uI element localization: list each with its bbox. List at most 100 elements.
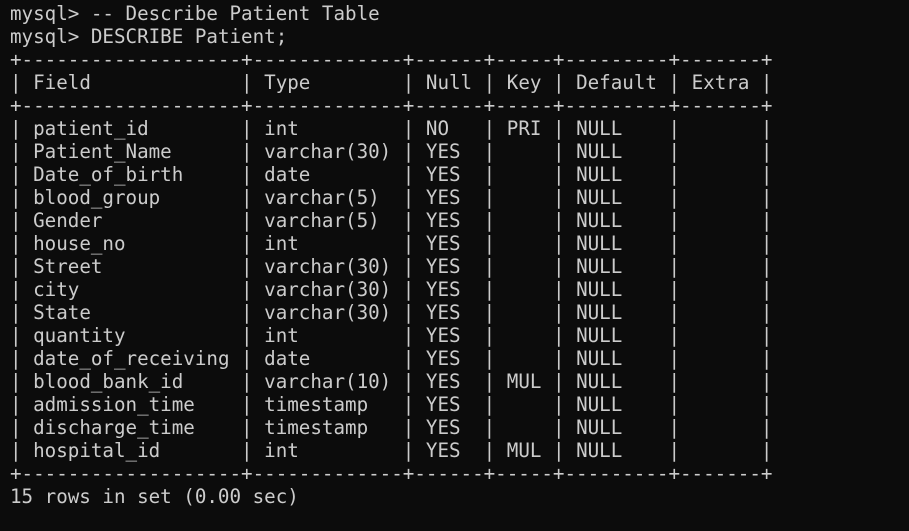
- table-row: | Street | varchar(30) | YES | | NULL | …: [10, 255, 773, 278]
- result-table: +-------------------+-------------+-----…: [10, 48, 909, 485]
- cell-type: int: [264, 324, 392, 347]
- cell-type: int: [264, 232, 392, 255]
- cell-null: YES: [425, 186, 473, 209]
- cell-key: [507, 416, 542, 439]
- cell-field: State: [33, 301, 230, 324]
- table-row: | Patient_Name | varchar(30) | YES | | N…: [10, 140, 773, 163]
- cell-key: [507, 347, 542, 370]
- cell-key: [507, 301, 542, 324]
- cell-extra: [692, 370, 750, 393]
- table-row: | blood_bank_id | varchar(10) | YES | MU…: [10, 370, 773, 393]
- cell-field: hospital_id: [33, 439, 230, 462]
- cell-type: varchar(30): [264, 255, 392, 278]
- cell-extra: [692, 140, 750, 163]
- cell-type: varchar(5): [264, 209, 392, 232]
- cell-extra: [692, 278, 750, 301]
- cell-field: blood_bank_id: [33, 370, 230, 393]
- cell-key: MUL: [506, 439, 542, 462]
- table-row: | blood_group | varchar(5) | YES | | NUL…: [10, 186, 773, 209]
- cell-key: [507, 186, 542, 209]
- cell-null: YES: [425, 301, 473, 324]
- cell-null: YES: [425, 278, 473, 301]
- cell-key: MUL: [506, 370, 542, 393]
- terminal-window[interactable]: mysql> -- Describe Patient Table mysql> …: [0, 0, 909, 531]
- cell-extra: [692, 416, 750, 439]
- column-header-type: Type: [264, 71, 392, 94]
- cell-null: YES: [425, 439, 473, 462]
- cell-extra: [692, 301, 750, 324]
- cell-null: YES: [425, 163, 473, 186]
- cell-default: NULL: [576, 439, 657, 462]
- cell-null: YES: [425, 393, 473, 416]
- cell-null: YES: [425, 140, 473, 163]
- column-header-key: Key: [506, 71, 542, 94]
- table-row: | quantity | int | YES | | NULL | |: [10, 324, 773, 347]
- cell-field: date_of_receiving: [33, 347, 230, 370]
- cell-type: varchar(10): [264, 370, 392, 393]
- cell-null: YES: [425, 370, 473, 393]
- column-header-extra: Extra: [691, 71, 750, 94]
- cell-key: [507, 232, 542, 255]
- cell-type: varchar(30): [264, 140, 392, 163]
- cell-default: NULL: [576, 278, 657, 301]
- cell-type: date: [264, 347, 392, 370]
- cell-null: YES: [425, 347, 473, 370]
- cell-null: YES: [425, 324, 473, 347]
- cell-default: NULL: [576, 370, 657, 393]
- cell-type: varchar(30): [264, 278, 392, 301]
- cell-field: quantity: [33, 324, 230, 347]
- cell-key: [507, 255, 542, 278]
- cell-field: Gender: [33, 209, 230, 232]
- cell-default: NULL: [576, 347, 657, 370]
- cell-default: NULL: [576, 209, 657, 232]
- cell-default: NULL: [576, 324, 657, 347]
- cell-null: NO: [425, 117, 473, 140]
- table-row: | date_of_receiving | date | YES | | NUL…: [10, 347, 773, 370]
- table-row: | Gender | varchar(5) | YES | | NULL | |: [10, 209, 773, 232]
- command-line-2: mysql> DESCRIBE Patient;: [10, 25, 909, 48]
- cell-null: YES: [425, 416, 473, 439]
- table-row: | discharge_time | timestamp | YES | | N…: [10, 416, 773, 439]
- cell-key: [507, 140, 542, 163]
- cell-key: [507, 209, 542, 232]
- cell-field: house_no: [33, 232, 230, 255]
- cell-type: date: [264, 163, 392, 186]
- table-row: | Date_of_birth | date | YES | | NULL | …: [10, 163, 773, 186]
- cell-default: NULL: [576, 163, 657, 186]
- table-row: | city | varchar(30) | YES | | NULL | |: [10, 278, 773, 301]
- table-row: | patient_id | int | NO | PRI | NULL | |: [10, 117, 773, 140]
- cell-default: NULL: [576, 117, 657, 140]
- cell-extra: [692, 209, 750, 232]
- cell-default: NULL: [576, 186, 657, 209]
- column-header-default: Default: [576, 71, 657, 94]
- cell-default: NULL: [576, 232, 657, 255]
- cell-type: varchar(30): [264, 301, 392, 324]
- cell-default: NULL: [576, 140, 657, 163]
- table-border-top: +-------------------+-------------+-----…: [10, 48, 773, 71]
- cell-field: admission_time: [33, 393, 230, 416]
- cell-field: discharge_time: [33, 416, 230, 439]
- cell-field: Patient_Name: [33, 140, 230, 163]
- cell-extra: [692, 393, 750, 416]
- cell-extra: [692, 232, 750, 255]
- cell-default: NULL: [576, 255, 657, 278]
- cell-null: YES: [425, 209, 473, 232]
- cell-key: [507, 163, 542, 186]
- cell-key: [507, 393, 542, 416]
- table-row: | State | varchar(30) | YES | | NULL | |: [10, 301, 773, 324]
- command-text: -- Describe Patient Table: [90, 2, 380, 25]
- table-border-bottom: +-------------------+-------------+-----…: [10, 462, 773, 485]
- cell-default: NULL: [576, 301, 657, 324]
- cell-extra: [692, 439, 750, 462]
- cell-field: city: [33, 278, 230, 301]
- table-row: | admission_time | timestamp | YES | | N…: [10, 393, 773, 416]
- cell-type: int: [264, 439, 392, 462]
- table-header-row: | Field | Type | Null | Key | Default | …: [10, 71, 773, 94]
- cell-null: YES: [425, 232, 473, 255]
- cell-extra: [692, 255, 750, 278]
- prompt: mysql>: [10, 25, 80, 48]
- cell-field: blood_group: [33, 186, 230, 209]
- cell-key: [507, 278, 542, 301]
- cell-null: YES: [425, 255, 473, 278]
- cell-extra: [692, 117, 750, 140]
